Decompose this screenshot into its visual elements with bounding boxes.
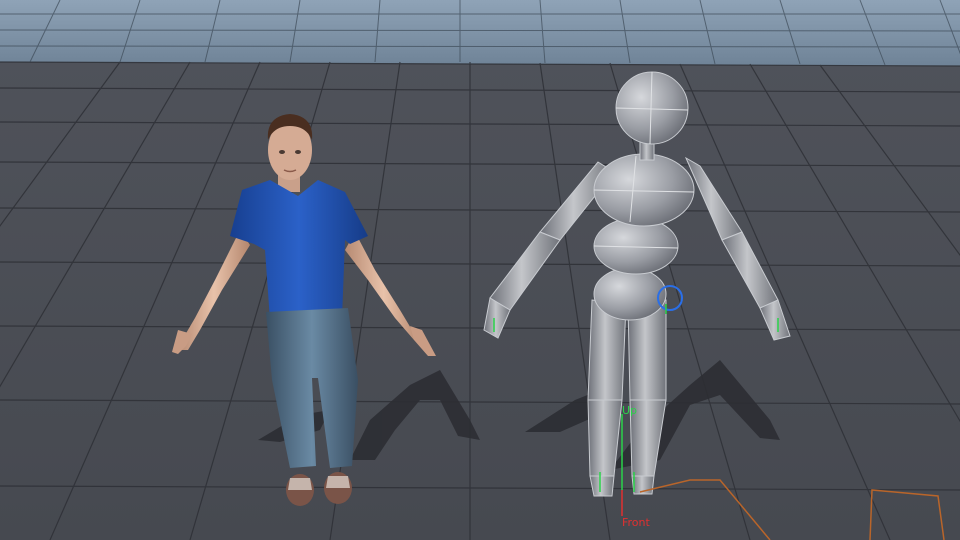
far-floor-band: [0, 0, 960, 66]
mannequin-left-foot: [589, 475, 615, 497]
front-axis-label: Front: [622, 516, 650, 529]
mannequin-pelvis: [593, 267, 667, 321]
viewport-floor: [0, 0, 960, 540]
3d-viewport[interactable]: Up Front: [0, 0, 960, 540]
up-axis-label: Up: [622, 404, 638, 417]
